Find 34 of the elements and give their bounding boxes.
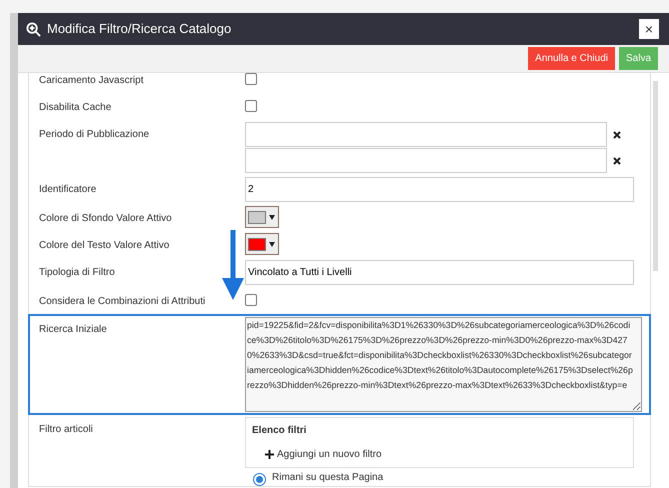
date-input-field[interactable] [245, 122, 607, 147]
close-button[interactable]: × [639, 19, 659, 39]
checkbox[interactable] [245, 100, 257, 112]
field-label: Considera le Combinazioni di Attributi [39, 295, 206, 309]
dropdown-icon [269, 242, 275, 246]
query-textarea[interactable]: pid=19225&fid=2&fcv=disponibilita%3D1%26330%3D%26subcategoriamerceologica%3D%26codice%3D%26titolo%3D%26175%3D%26prezzo%3D%26prezzo-min%3D0%26prezzo-max%3D4270%2633%3D&csd=true&fct=disponibilita%3Dcheckboxlist%26330%3Dcheckboxlist%26subcategoriamerceologica%3Dhidden%26codice%3Dtext%26titolo%3Dautocomplete%26175%3Dselect%26prezzo%3Dhidden%26prezzo-min%3Dtext%26prezzo-max%3Dtext%2633%3Dcheckboxlist&typ=e [245, 317, 642, 412]
field-label: Identificatore [39, 183, 98, 197]
field-label: Caricamento Javascript [39, 74, 144, 88]
date-input-field[interactable] [245, 148, 607, 173]
dialog-title: Modifica Filtro/Ricerca Catalogo [47, 20, 232, 38]
cancel-close-button[interactable]: Annulla e Chiudi [528, 47, 615, 70]
text-input-field[interactable]: Vincolato a Tutti i Livelli [245, 260, 634, 285]
field-label: Colore del Testo Valore Attivo [39, 239, 170, 253]
clear-icon[interactable] [613, 130, 621, 138]
filter-list-heading: Elenco filtri [252, 424, 308, 438]
field-label: Filtro articoli [39, 423, 94, 437]
field-label: Tipologia di Filtro [39, 266, 116, 280]
radio-label: Rimani su questa Pagina [272, 471, 384, 485]
checkbox[interactable] [245, 294, 257, 306]
color-picker[interactable] [245, 233, 279, 255]
add-filter-button[interactable]: Aggiungi un nuovo filtro [265, 447, 627, 462]
field-label: Colore di Sfondo Valore Attivo [39, 212, 173, 226]
plus-icon [265, 450, 274, 459]
annotation-arrow [222, 230, 244, 300]
field-label: Disabilita Cache [39, 101, 112, 115]
dropdown-icon [269, 214, 275, 220]
zoom-in-icon [26, 22, 41, 36]
radio-button[interactable] [253, 473, 266, 486]
color-picker[interactable] [245, 206, 279, 228]
field-label: Ricerca Iniziale [39, 323, 108, 337]
field-label: Periodo di Pubblicazione [39, 128, 150, 142]
checkbox[interactable] [245, 73, 257, 85]
text-input-field[interactable]: 2 [245, 177, 634, 202]
clear-icon[interactable] [613, 156, 621, 164]
